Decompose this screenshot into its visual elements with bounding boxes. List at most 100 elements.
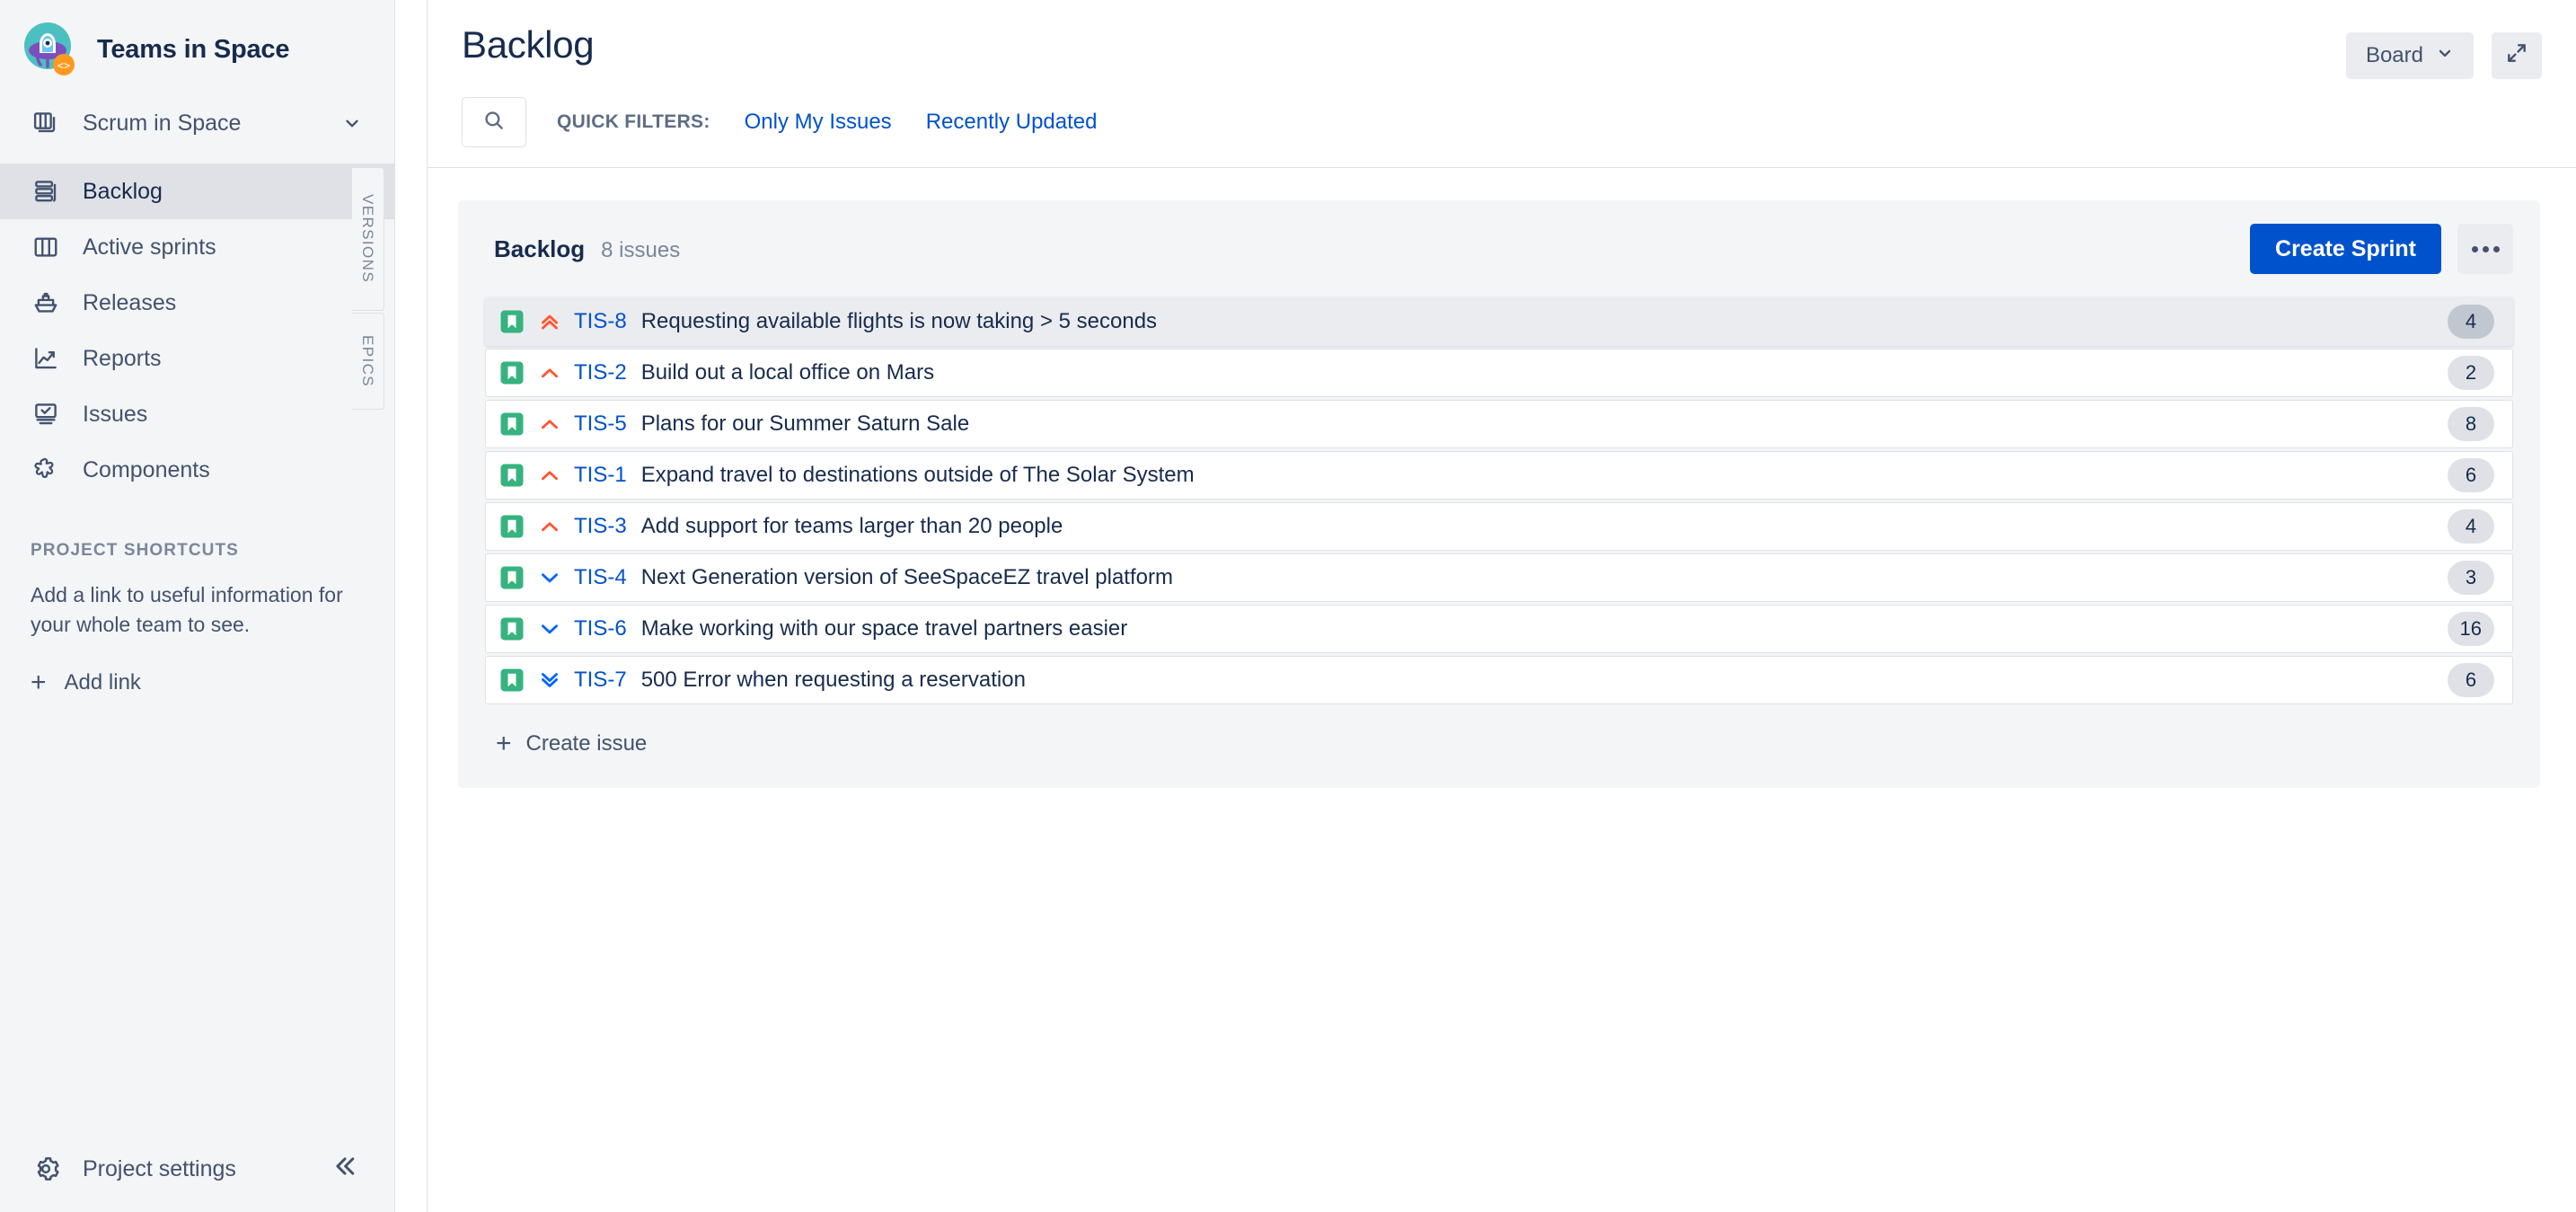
priority-high-icon <box>538 361 561 385</box>
sidebar-item-issues[interactable]: Issues <box>0 386 394 442</box>
backlog-panel-actions: Create Sprint <box>2250 224 2513 274</box>
issue-row-main: TIS-1Expand travel to destinations outsi… <box>498 462 2433 489</box>
board-columns-icon <box>31 232 61 262</box>
priority-high-icon <box>538 464 561 487</box>
reports-chart-icon <box>31 343 61 374</box>
project-shortcuts-section: PROJECT SHORTCUTS Add a link to useful i… <box>0 541 394 696</box>
issue-summary: Requesting available flights is now taki… <box>641 309 1157 334</box>
create-issue-label: Create issue <box>526 731 648 756</box>
issue-row-main: TIS-2 Build out a local office on Mars <box>498 359 2433 386</box>
issue-type-story-icon <box>498 564 525 591</box>
issue-estimate-badge[interactable]: 8 <box>2448 407 2494 441</box>
issue-row[interactable]: TIS-3 Add support for teams larger than 2… <box>485 502 2513 551</box>
create-sprint-button[interactable]: Create Sprint <box>2250 224 2441 274</box>
issue-key-link[interactable]: TIS-8 <box>574 309 627 334</box>
project-selector[interactable]: Scrum in Space <box>0 95 394 151</box>
add-link-button[interactable]: + Add link <box>31 669 364 696</box>
issue-row-main: TIS-8 Requesting available flights is now… <box>498 308 2433 335</box>
quick-filters-bar: QUICK FILTERS: Only My Issues Recently U… <box>428 79 2576 168</box>
issue-row[interactable]: TIS-1Expand travel to destinations outsi… <box>485 451 2513 500</box>
sidebar-item-label: Issues <box>83 402 147 428</box>
issue-key-link[interactable]: TIS-4 <box>574 565 627 590</box>
issue-estimate-badge[interactable]: 16 <box>2448 612 2494 646</box>
issue-summary: Build out a local office on Mars <box>641 360 934 385</box>
chevron-double-left-icon[interactable] <box>326 1147 364 1191</box>
boards-icon <box>31 108 61 138</box>
issue-estimate-badge[interactable]: 6 <box>2448 663 2494 697</box>
chevron-down-icon[interactable] <box>337 108 367 138</box>
project-name: Scrum in Space <box>83 111 241 137</box>
issue-estimate-badge[interactable]: 2 <box>2448 356 2494 390</box>
ellipsis-horizontal-icon <box>2472 246 2478 252</box>
backlog-more-menu-button[interactable] <box>2457 224 2513 274</box>
project-sidebar: <> Teams in Space Scrum in Space <box>0 0 395 1212</box>
plus-icon: + <box>496 730 512 757</box>
issue-row[interactable]: TIS-8 Requesting available flights is now… <box>485 297 2513 346</box>
sidebar-item-backlog[interactable]: Backlog <box>0 164 394 219</box>
sidebar-nav: Backlog Active sprints <box>0 164 394 498</box>
sidebar-item-reports[interactable]: Reports <box>0 331 394 386</box>
board-dropdown-button[interactable]: Board <box>2346 32 2474 79</box>
project-settings-row[interactable]: Project settings <box>0 1126 394 1212</box>
sidebar-item-releases[interactable]: Releases <box>0 275 394 331</box>
issue-key-link[interactable]: TIS-6 <box>574 616 627 641</box>
issue-summary: Next Generation version of SeeSpaceEZ tr… <box>641 565 1173 590</box>
issues-screen-icon <box>31 399 61 429</box>
fullscreen-button[interactable] <box>2492 32 2542 79</box>
quick-filter-only-my-issues[interactable]: Only My Issues <box>745 110 892 135</box>
sidebar-item-label: Backlog <box>83 179 163 205</box>
issue-estimate-badge[interactable]: 3 <box>2448 561 2494 595</box>
quick-filters-label: QUICK FILTERS: <box>557 111 710 133</box>
create-issue-button[interactable]: + Create issue <box>485 730 2513 757</box>
sidebar-item-components[interactable]: Components <box>0 442 394 498</box>
backlog-panel: Backlog 8 issues Create Sprint <box>458 200 2540 788</box>
board-dropdown-label: Board <box>2366 43 2423 68</box>
search-icon <box>482 109 506 137</box>
issue-row-main: TIS-3 Add support for teams larger than 2… <box>498 513 2433 540</box>
issue-row[interactable]: TIS-6 Make working with our space travel … <box>485 605 2513 653</box>
page-header: Backlog Board <box>428 0 2576 79</box>
sidebar-item-active-sprints[interactable]: Active sprints <box>0 219 394 275</box>
issue-row-main: TIS-7 500 Error when requesting a reserva… <box>498 667 2433 694</box>
issue-key-link[interactable]: TIS-7 <box>574 668 627 693</box>
issue-key-link[interactable]: TIS-3 <box>574 514 627 539</box>
priority-low-icon <box>538 566 561 589</box>
issue-estimate-badge[interactable]: 4 <box>2448 305 2494 339</box>
issue-type-story-icon <box>498 411 525 438</box>
issue-key-link[interactable]: TIS-2 <box>574 360 627 385</box>
priority-high-icon <box>538 515 561 538</box>
priority-low-icon <box>538 617 561 641</box>
issue-row[interactable]: TIS-7 500 Error when requesting a reserva… <box>485 656 2513 704</box>
issue-row[interactable]: TIS-2 Build out a local office on Mars 2 <box>485 349 2513 397</box>
sidebar-item-label: Reports <box>83 346 162 372</box>
puzzle-piece-icon <box>31 455 61 485</box>
issue-estimate-badge[interactable]: 6 <box>2448 458 2494 492</box>
page-title: Backlog <box>462 23 594 66</box>
issue-summary: 500 Error when requesting a reservation <box>641 668 1026 693</box>
backlog-content: Backlog 8 issues Create Sprint <box>428 168 2576 1212</box>
brand-header[interactable]: <> Teams in Space <box>0 0 394 95</box>
priority-highest-icon <box>538 310 561 333</box>
issue-row[interactable]: TIS-4 Next Generation version of SeeSpace… <box>485 553 2513 602</box>
issue-row[interactable]: TIS-5Plans for our Summer Saturn Sale8 <box>485 400 2513 448</box>
tab-epics[interactable]: EPICS <box>352 313 384 410</box>
issue-key-link[interactable]: TIS-1 <box>574 463 627 488</box>
issue-estimate-badge[interactable]: 4 <box>2448 509 2494 544</box>
project-shortcuts-title: PROJECT SHORTCUTS <box>31 541 364 561</box>
search-input[interactable] <box>462 97 526 147</box>
issue-row-main: TIS-4 Next Generation version of SeeSpace… <box>498 564 2433 591</box>
side-panel-tabs: VERSIONS EPICS <box>395 0 428 1212</box>
issue-key-link[interactable]: TIS-5 <box>574 411 627 437</box>
header-actions: Board <box>2346 23 2542 79</box>
issue-summary: Make working with our space travel partn… <box>641 616 1128 641</box>
quick-filter-recently-updated[interactable]: Recently Updated <box>926 110 1098 135</box>
issue-row-main: TIS-6 Make working with our space travel … <box>498 615 2433 642</box>
gear-icon <box>31 1154 61 1184</box>
issue-type-story-icon <box>498 513 525 540</box>
plus-icon: + <box>31 669 47 696</box>
tab-versions[interactable]: VERSIONS <box>352 167 384 311</box>
issue-type-story-icon <box>498 308 525 335</box>
issue-summary: Add support for teams larger than 20 peo… <box>641 514 1063 539</box>
priority-high-icon <box>538 412 561 436</box>
sidebar-item-label: Active sprints <box>83 234 216 261</box>
